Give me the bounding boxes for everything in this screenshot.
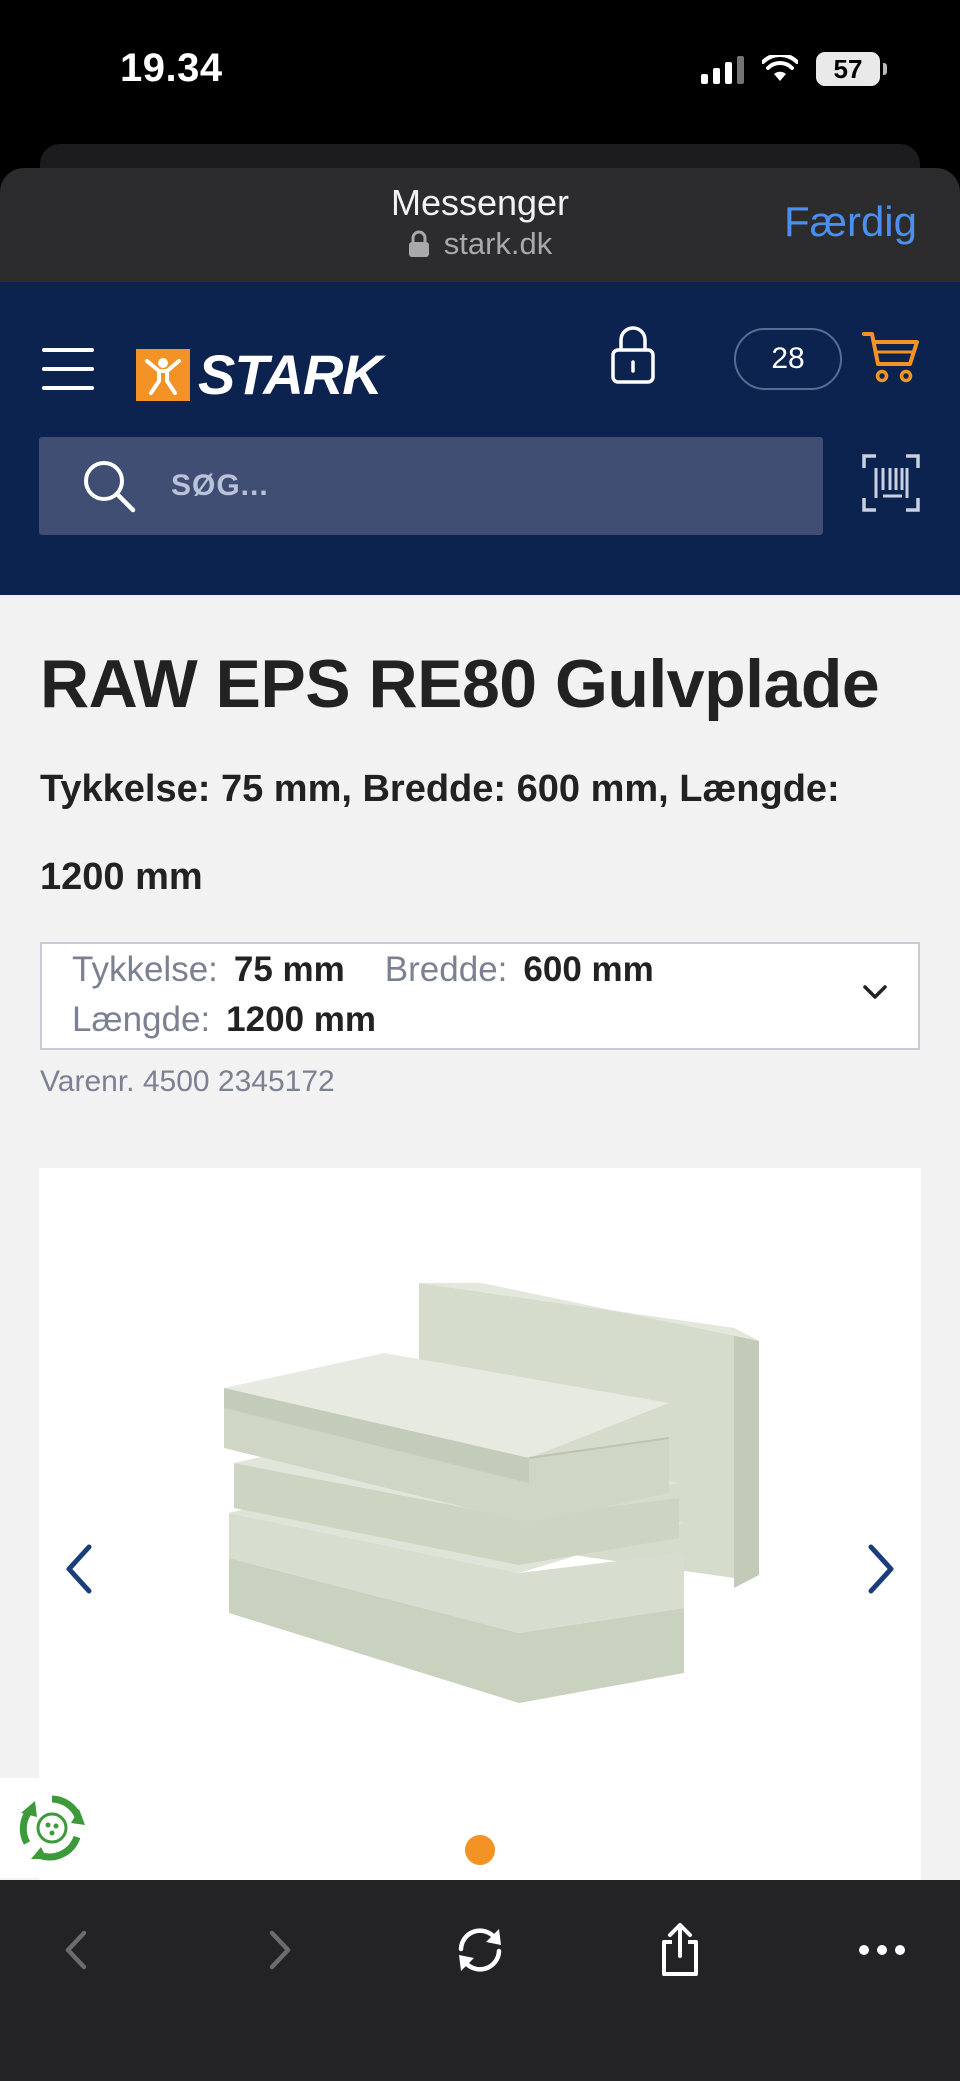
product-image-gallery[interactable] [39,1168,921,1880]
battery-indicator: 57 [816,52,887,86]
status-bar: 19.34 57 [0,0,960,145]
thickness-label: Tykkelse: [72,950,218,989]
chevron-down-icon [863,985,887,999]
basket-count-badge[interactable]: 28 [734,328,842,390]
site-header: STARK 28 SØG... [0,282,960,595]
thickness-value: 75 mm [233,950,345,989]
product-page: RAW EPS RE80 Gulvplade Tykkelse: 75 mm, … [0,595,960,1880]
product-title: RAW EPS RE80 Gulvplade [40,646,880,722]
search-icon [84,461,136,513]
recycle-icon [19,1795,85,1861]
stark-logo[interactable]: STARK [136,342,383,407]
logo-text: STARK [198,343,383,406]
cart-icon[interactable] [862,330,920,384]
status-icons: 57 [701,52,887,86]
account-lock-icon[interactable] [610,324,656,386]
barcode-scanner-icon[interactable] [862,454,920,512]
width-label: Bredde: [384,950,508,989]
variant-row-dimensions: Tykkelse: 75 mm Bredde: 600 mm [72,950,678,990]
product-image [224,1283,759,1703]
gallery-dot-active[interactable] [465,1835,495,1865]
status-time: 19.34 [120,46,223,90]
wifi-icon [762,55,798,81]
gallery-next-arrow-icon[interactable] [867,1543,897,1595]
search-input[interactable]: SØG... [39,437,823,535]
url-text: stark.dk [443,226,553,261]
length-label: Længde: [72,1000,211,1039]
sku-number: Varenr. 4500 2345172 [40,1065,335,1098]
browser-toolbar [0,1880,960,2081]
reload-button[interactable] [440,1910,520,1990]
done-button[interactable]: Færdig [784,198,917,246]
search-placeholder: SØG... [171,469,269,502]
back-button[interactable] [36,1910,116,1990]
forward-arrow-icon [269,1930,291,1970]
reload-icon [458,1928,502,1972]
browser-header: Messenger stark.dk Færdig [0,168,960,282]
width-value: 600 mm [523,950,654,989]
variant-row-length: Længde: 1200 mm [72,1000,400,1040]
share-icon [662,1923,698,1976]
share-button[interactable] [640,1910,720,1990]
hamburger-menu-icon[interactable] [42,348,94,390]
more-button[interactable] [842,1910,922,1990]
eco-badge[interactable] [0,1778,104,1878]
back-arrow-icon [65,1930,87,1970]
gallery-prev-arrow-icon[interactable] [63,1543,93,1595]
cellular-signal-icon [701,54,744,84]
forward-button[interactable] [240,1910,320,1990]
length-value: 1200 mm [226,1000,376,1039]
logo-figure-icon [136,348,190,401]
product-subtitle: Tykkelse: 75 mm, Bredde: 600 mm, Længde:… [40,768,840,898]
more-dots-icon [859,1945,905,1955]
lock-icon [408,230,429,257]
variant-dropdown[interactable]: Tykkelse: 75 mm Bredde: 600 mm Længde: 1… [40,942,920,1050]
